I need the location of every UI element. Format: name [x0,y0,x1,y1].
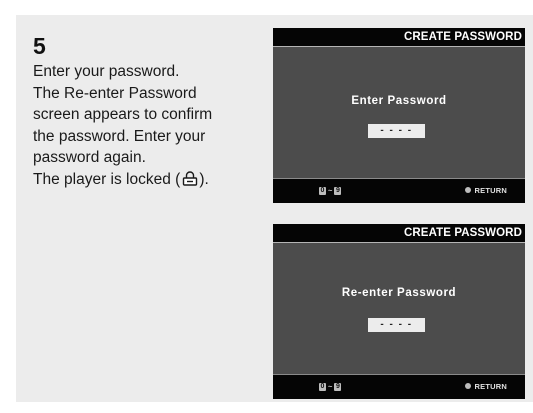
digit-range-separator: ~ [328,186,333,195]
reenter-password-screen: CREATE PASSWORD Re-enter Password - - - … [273,224,525,399]
return-button-icon [464,383,471,389]
enter-password-prompt: Enter Password [351,95,447,107]
return-hint: RETURN [464,185,507,196]
return-label: RETURN [474,382,507,391]
locked-text-suffix: ). [199,170,209,188]
digit-nine-key: 9 [334,383,342,391]
screen-title-bar: CREATE PASSWORD [273,28,525,47]
create-password-screen: CREATE PASSWORD Enter Password - - - - 0… [273,28,525,203]
instruction-line-locked: The player is locked (). [33,169,268,191]
screen-title: CREATE PASSWORD [404,31,522,43]
step-number: 5 [33,33,46,59]
digit-keys-hint: 0 ~9 [319,381,342,392]
screen-bottom-bar: 0 ~9 RETURN [273,178,525,203]
password-input[interactable]: - - - - [368,318,425,332]
lock-icon [182,170,198,186]
step-instructions: Enter your password. The Re-enter Passwo… [33,61,268,190]
screen-title-bar: CREATE PASSWORD [273,224,525,243]
instruction-line: Enter your password. [33,63,180,80]
instruction-line: the password. Enter your [33,127,206,145]
digit-nine-key: 9 [334,187,342,195]
reenter-password-prompt: Re-enter Password [341,287,457,299]
return-hint: RETURN [464,381,507,392]
return-button-icon [464,187,471,193]
digit-zero-key: 0 [319,383,326,391]
instruction-line: The Re-enter Password [33,84,197,102]
screen-title: CREATE PASSWORD [404,227,522,239]
password-input[interactable]: - - - - [368,124,425,138]
return-label: RETURN [474,186,507,195]
instruction-line: screen appears to confirm [33,106,213,123]
screen-bottom-bar: 0 ~9 RETURN [273,374,525,399]
locked-text: The player is locked ( [33,170,181,188]
digit-zero-key: 0 [319,187,326,195]
instruction-line: password again. [33,149,146,166]
digit-range-separator: ~ [328,382,333,391]
digit-keys-hint: 0 ~9 [319,185,342,196]
